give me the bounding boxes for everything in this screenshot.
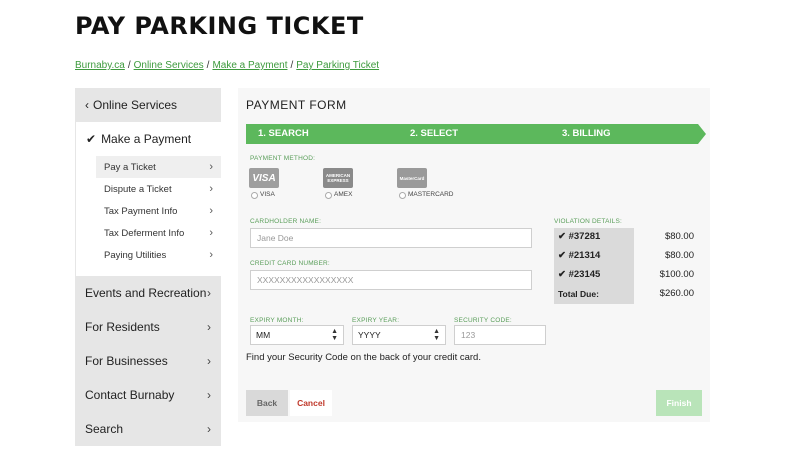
visa-radio[interactable] [251,192,258,199]
page-title: PAY PARKING TICKET [75,12,364,40]
sidebar-back-online-services[interactable]: ‹ Online Services [75,88,221,122]
payment-form-panel: PAYMENT FORM 1. SEARCH 2. SELECT 3. BILL… [238,88,710,422]
sidebar-subitem-label: Tax Payment Info [104,205,178,217]
chevron-right-icon: › [207,354,211,368]
security-code-label: SECURITY CODE: [454,317,512,324]
security-code-input[interactable]: 123 [454,325,546,345]
breadcrumb: Burnaby.ca / Online Services / Make a Paymen… [75,60,380,71]
chevron-left-icon: ‹ [85,98,89,112]
chevron-right-icon: › [209,249,213,261]
sidebar-category-label: For Businesses [85,354,168,368]
violation-id: #21314 [568,250,601,261]
sidebar-item-for-businesses[interactable]: For Businesses › [75,344,221,378]
visa-card-icon[interactable]: VISA [249,168,279,188]
sidebar-category-label: For Residents [85,320,160,334]
expiry-year-select[interactable]: YYYY ▲ ▼ [352,325,446,345]
sidebar-item-make-payment[interactable]: ✔ Make a Payment [76,122,221,156]
mastercard-radio-label: MASTERCARD [408,191,454,198]
step-search: 1. SEARCH [258,128,309,139]
cancel-button[interactable]: Cancel [290,390,332,416]
chevron-right-icon: › [207,320,211,334]
sidebar-subitem-paying-utilities[interactable]: Paying Utilities › [76,244,221,266]
violation-details-label: VIOLATION DETAILS: [554,218,623,225]
violation-amount: $80.00 [664,250,694,261]
amex-card-icon[interactable]: AMERICAN EXPRESS [323,168,353,188]
cardholder-name-label: CARDHOLDER NAME: [250,218,322,225]
sidebar-subitem-pay-ticket[interactable]: Pay a Ticket › [96,156,221,178]
mastercard-card-icon[interactable]: MasterCard [397,168,427,188]
breadcrumb-link-make-payment[interactable]: Make a Payment [212,60,287,71]
checkmark-icon: ✔ [86,132,97,146]
violation-id: #37281 [568,231,601,242]
sidebar-section-label: Make a Payment [101,132,192,146]
chevron-right-icon: › [207,422,211,436]
visa-radio-label: VISA [260,191,275,198]
step-billing: 3. BILLING [562,128,611,139]
violation-row: ✔ #37281 [558,231,600,242]
sidebar-item-contact-burnaby[interactable]: Contact Burnaby › [75,378,221,412]
form-title: PAYMENT FORM [246,98,347,112]
breadcrumb-link-pay-parking-ticket[interactable]: Pay Parking Ticket [296,60,379,71]
expiry-year-label: EXPIRY YEAR: [352,317,400,324]
chevron-right-icon: › [209,227,213,239]
amex-radio[interactable] [325,192,332,199]
sidebar-category-label: Contact Burnaby [85,388,175,402]
back-button[interactable]: Back [246,390,288,416]
violation-amount: $100.00 [659,269,694,280]
select-arrows-icon: ▲ ▼ [433,328,440,342]
payment-method-label: PAYMENT METHOD: [250,155,316,162]
breadcrumb-link-burnaby[interactable]: Burnaby.ca [75,60,125,71]
card-number-label: CREDIT CARD NUMBER: [250,260,330,267]
breadcrumb-link-online-services[interactable]: Online Services [134,60,204,71]
violation-amount: $80.00 [664,231,694,242]
sidebar-category-label: Events and Recreation [85,286,207,300]
card-number-input[interactable]: XXXXXXXXXXXXXXXXX [250,270,532,290]
chevron-right-icon: › [207,388,211,402]
sidebar-category-label: Search [85,422,124,436]
total-due-label: Total Due: [558,289,599,299]
chevron-right-icon: › [209,183,213,195]
violation-id: #23145 [568,269,601,280]
expiry-month-label: EXPIRY MONTH: [250,317,304,324]
security-code-hint: Find your Security Code on the back of y… [246,352,481,363]
sidebar-item-events-recreation[interactable]: Events and Recreation › [75,276,221,310]
sidebar-subitem-label: Dispute a Ticket [104,183,172,195]
step-select: 2. SELECT [410,128,459,139]
sidebar-subitem-label: Tax Deferment Info [104,227,185,239]
cardholder-name-input[interactable]: Jane Doe [250,228,532,248]
sidebar-item-for-residents[interactable]: For Residents › [75,310,221,344]
violation-row: ✔ #23145 [558,269,600,280]
sidebar: ‹ Online Services ✔ Make a Payment Pay a… [75,88,221,446]
chevron-right-icon: › [209,161,213,173]
chevron-right-icon: › [207,286,211,300]
sidebar-subitem-dispute-ticket[interactable]: Dispute a Ticket › [76,178,221,200]
sidebar-subitem-tax-payment-info[interactable]: Tax Payment Info › [76,200,221,222]
sidebar-subitem-label: Pay a Ticket [104,161,156,173]
finish-button[interactable]: Finish [656,390,702,416]
expiry-year-value: YYYY [358,330,381,340]
checkmark-icon: ✔ [558,269,569,280]
chevron-right-icon: › [209,205,213,217]
sidebar-subitem-label: Paying Utilities [104,249,167,261]
checkmark-icon: ✔ [558,231,569,242]
select-arrows-icon: ▲ ▼ [331,328,338,342]
amex-radio-label: AMEX [334,191,353,198]
total-due-amount: $260.00 [659,288,694,299]
sidebar-back-label: Online Services [93,98,178,112]
violation-row: ✔ #21314 [558,250,600,261]
progress-steps: 1. SEARCH 2. SELECT 3. BILLING [246,124,706,144]
sidebar-item-search[interactable]: Search › [75,412,221,446]
checkmark-icon: ✔ [558,250,569,261]
expiry-month-select[interactable]: MM ▲ ▼ [250,325,344,345]
mastercard-radio[interactable] [399,192,406,199]
sidebar-subitem-tax-deferment-info[interactable]: Tax Deferment Info › [76,222,221,244]
expiry-month-value: MM [256,330,271,340]
